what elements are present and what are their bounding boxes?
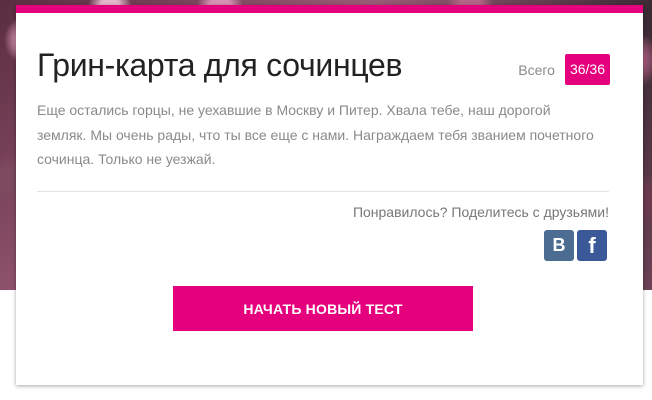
divider	[37, 191, 609, 192]
total-label: Всего	[518, 61, 555, 78]
accent-bar	[16, 5, 643, 13]
score-block: Всего 36/36	[518, 54, 610, 85]
result-card: Грин-карта для сочинцев Всего 36/36 Еще …	[16, 5, 643, 385]
start-new-test-button[interactable]: НАЧАТЬ НОВЫЙ ТЕСТ	[173, 286, 473, 331]
social-buttons: B f	[544, 230, 607, 261]
share-prompt: Понравилось? Поделитесь с друзьями!	[352, 204, 609, 220]
facebook-icon: f	[588, 232, 596, 258]
vk-share-button[interactable]: B	[544, 230, 574, 261]
result-title: Грин-карта для сочинцев	[37, 47, 403, 83]
result-description: Еще остались горцы, не уехавшие в Москву…	[37, 102, 594, 167]
vk-icon: B	[552, 235, 566, 255]
score-badge: 36/36	[564, 54, 610, 85]
facebook-share-button[interactable]: f	[577, 230, 607, 261]
